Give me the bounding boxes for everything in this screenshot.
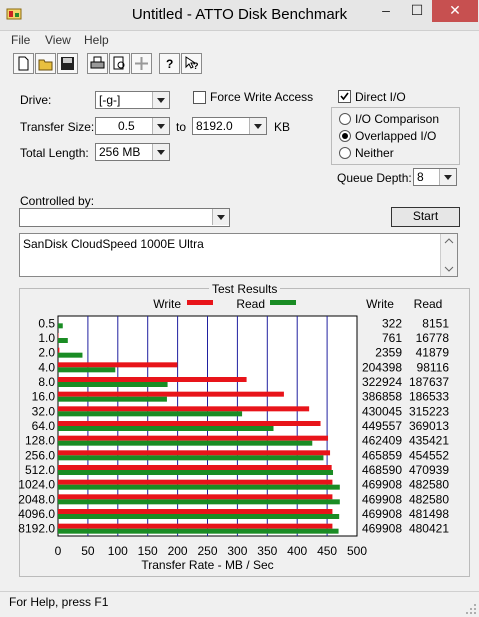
category-label: 32.0 <box>32 404 56 418</box>
read-bar <box>58 514 339 519</box>
x-tick-label: 200 <box>168 544 188 558</box>
write-value: 468590 <box>362 463 402 477</box>
read-value: 98116 <box>417 360 450 374</box>
x-tick-label: 300 <box>227 544 247 558</box>
read-bar <box>58 367 115 372</box>
status-text: For Help, press F1 <box>9 595 108 609</box>
category-label: 1024.0 <box>18 478 55 492</box>
write-value: 386858 <box>362 390 402 404</box>
write-bar <box>58 494 332 499</box>
category-label: 4.0 <box>38 360 55 374</box>
read-bar <box>58 411 242 416</box>
read-value: 41879 <box>416 346 450 360</box>
read-bar <box>58 485 340 490</box>
results-chart: Write Read Write Read 0 50 100 150 200 250 300 350 4… <box>0 0 479 591</box>
write-value: 469908 <box>362 507 402 521</box>
write-bar <box>58 392 284 397</box>
legend-write-swatch <box>187 300 213 305</box>
category-label: 2048.0 <box>18 492 55 506</box>
write-bar <box>58 362 177 367</box>
x-axis-label: Transfer Rate - MB / Sec <box>141 558 273 572</box>
read-value: 480421 <box>409 522 449 536</box>
category-label: 4096.0 <box>18 507 55 521</box>
write-value: 322924 <box>362 375 402 389</box>
read-value: 187637 <box>409 375 449 389</box>
legend-read-label: Read <box>236 297 265 311</box>
write-value: 2359 <box>375 346 402 360</box>
read-value: 16778 <box>416 331 450 345</box>
read-bar <box>58 353 82 358</box>
write-bar <box>58 406 309 411</box>
read-value: 369013 <box>409 419 449 433</box>
x-tick-label: 250 <box>197 544 217 558</box>
category-label: 128.0 <box>25 434 55 448</box>
write-value: 322 <box>382 316 402 330</box>
category-label: 0.5 <box>38 316 55 330</box>
write-value: 465859 <box>362 448 402 462</box>
write-bar <box>58 377 247 382</box>
write-bar <box>58 421 321 426</box>
write-bar <box>58 480 332 485</box>
category-label: 1.0 <box>38 331 55 345</box>
x-tick-label: 150 <box>138 544 158 558</box>
read-value: 482580 <box>409 492 449 506</box>
category-label: 256.0 <box>25 448 55 462</box>
read-bar <box>58 338 68 343</box>
write-value: 761 <box>382 331 402 345</box>
write-bar <box>58 450 330 455</box>
write-value: 462409 <box>362 434 402 448</box>
write-bar <box>58 348 59 353</box>
read-bar <box>58 470 333 475</box>
x-tick-label: 100 <box>108 544 128 558</box>
read-bar <box>58 397 167 402</box>
category-label: 8192.0 <box>18 522 55 536</box>
x-tick-label: 500 <box>347 544 367 558</box>
legend-write-label: Write <box>153 297 181 311</box>
write-value: 204398 <box>362 360 402 374</box>
write-value: 430045 <box>362 404 402 418</box>
read-bar <box>58 382 168 387</box>
read-value: 186533 <box>409 390 449 404</box>
read-value: 8151 <box>422 316 449 330</box>
read-value: 454552 <box>409 448 449 462</box>
read-value: 481498 <box>409 507 449 521</box>
x-tick-label: 450 <box>317 544 337 558</box>
resize-grip-icon[interactable] <box>465 603 477 615</box>
read-bar <box>58 441 312 446</box>
column-header-write: Write <box>366 297 394 311</box>
read-bar <box>58 455 323 460</box>
write-value: 469908 <box>362 522 402 536</box>
category-label: 8.0 <box>38 375 55 389</box>
x-tick-label: 50 <box>81 544 95 558</box>
status-bar: For Help, press F1 <box>0 591 479 617</box>
column-header-read: Read <box>414 297 443 311</box>
x-tick-label: 0 <box>55 544 62 558</box>
read-bar <box>58 529 339 534</box>
category-label: 64.0 <box>32 419 56 433</box>
write-bar <box>58 509 332 514</box>
write-bar <box>58 436 328 441</box>
write-bar <box>58 465 332 470</box>
read-value: 482580 <box>409 478 449 492</box>
write-value: 449557 <box>362 419 402 433</box>
category-label: 16.0 <box>32 390 56 404</box>
read-bar <box>58 426 273 431</box>
write-value: 469908 <box>362 478 402 492</box>
read-value: 435421 <box>409 434 449 448</box>
write-value: 469908 <box>362 492 402 506</box>
category-label: 2.0 <box>38 346 55 360</box>
x-tick-label: 400 <box>287 544 307 558</box>
write-bar <box>58 524 332 529</box>
x-tick-label: 350 <box>257 544 277 558</box>
read-bar <box>58 323 63 328</box>
read-value: 470939 <box>409 463 449 477</box>
category-label: 512.0 <box>25 463 55 477</box>
read-value: 315223 <box>409 404 449 418</box>
legend-read-swatch <box>270 300 296 305</box>
read-bar <box>58 499 340 504</box>
